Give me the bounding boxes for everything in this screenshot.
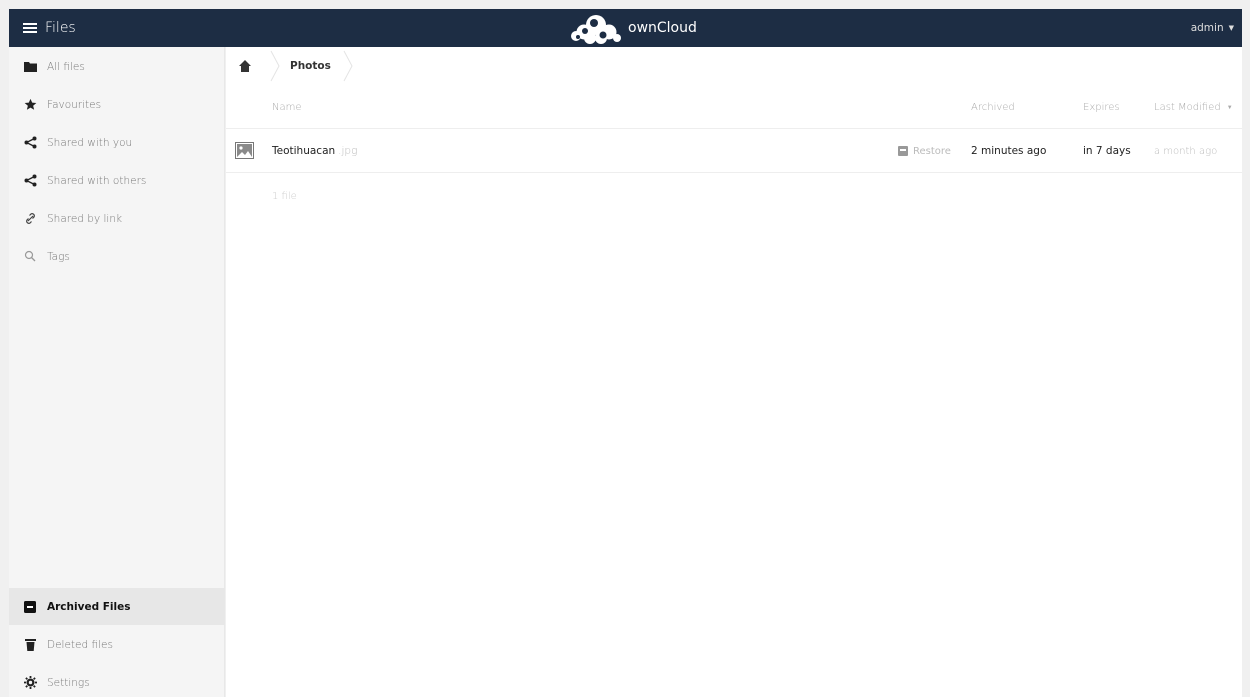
user-menu[interactable]: admin ▼ — [1191, 9, 1234, 47]
brand-name: ownCloud — [628, 20, 697, 36]
file-basename[interactable]: Teotihuacan — [272, 145, 335, 157]
image-file-icon — [235, 142, 254, 159]
hamburger-icon[interactable] — [23, 23, 37, 33]
column-archived[interactable]: Archived — [971, 85, 1015, 129]
user-name[interactable]: admin — [1191, 22, 1224, 34]
breadcrumb-separator — [343, 50, 353, 82]
archive-icon — [23, 600, 37, 614]
sidebar-item-all-files[interactable]: All files — [9, 48, 225, 85]
sidebar-item-label: Shared with you — [47, 136, 133, 149]
file-list-area: Photos Name Archived Expires Last Modifi… — [226, 47, 1242, 697]
sidebar-item-favourites[interactable]: Favourites — [9, 86, 225, 123]
sidebar-item-label: Shared by link — [47, 212, 123, 225]
column-last-modified[interactable]: Last Modified ▼ — [1154, 85, 1233, 129]
trash-icon — [23, 638, 37, 652]
sidebar-item-label: Deleted files — [47, 638, 113, 651]
column-last-modified-label[interactable]: Last Modified — [1154, 102, 1221, 113]
expires-time: in 7 days — [1083, 145, 1131, 157]
gear-icon — [23, 676, 37, 690]
archived-time: 2 minutes ago — [971, 145, 1047, 157]
column-name-label[interactable]: Name — [272, 102, 302, 113]
sidebar-item-label: Archived Files — [47, 600, 131, 613]
caret-down-icon[interactable]: ▼ — [1229, 24, 1234, 32]
restore-label[interactable]: Restore — [913, 146, 951, 157]
column-archived-label[interactable]: Archived — [971, 102, 1015, 113]
column-expires-label[interactable]: Expires — [1083, 102, 1120, 113]
file-name[interactable]: Teotihuacan .jpg — [272, 129, 357, 173]
app-menu-toggle[interactable]: Files — [9, 9, 76, 47]
sidebar-item-shared-with-others[interactable]: Shared with others — [9, 162, 225, 199]
sidebar-item-label: Shared with others — [47, 174, 147, 187]
sidebar-item-label: All files — [47, 60, 85, 73]
sort-caret-down-icon[interactable]: ▼ — [1227, 104, 1233, 111]
folder-icon — [23, 60, 37, 74]
column-expires[interactable]: Expires — [1083, 85, 1120, 129]
sidebar-item-shared-by-link[interactable]: Shared by link — [9, 200, 225, 237]
sidebar-item-label: Tags — [47, 250, 70, 263]
modified-time: a month ago — [1154, 145, 1218, 157]
sidebar-item-deleted-files[interactable]: Deleted files — [9, 626, 225, 663]
brand-logo[interactable]: ownCloud — [567, 10, 697, 46]
column-name[interactable]: Name — [272, 85, 302, 129]
share-icon — [23, 136, 37, 150]
tag-search-icon — [23, 250, 37, 264]
sidebar-item-archived-files[interactable]: Archived Files — [9, 588, 225, 625]
owncloud-logo-icon — [571, 15, 621, 44]
sidebar-item-shared-with-you[interactable]: Shared with you — [9, 124, 225, 161]
sidebar-item-tags[interactable]: Tags — [9, 238, 225, 275]
sidebar-item-label: Favourites — [47, 98, 102, 111]
restore-button[interactable]: Restore — [898, 129, 951, 173]
breadcrumb-current[interactable]: Photos — [290, 60, 331, 72]
breadcrumb: Photos — [226, 47, 363, 85]
table-row[interactable]: Teotihuacan .jpg Restore 2 minutes ago in… — [226, 129, 1242, 173]
star-icon — [23, 98, 37, 112]
restore-icon[interactable] — [898, 146, 908, 156]
table-header: Name Archived Expires Last Modified ▼ — [226, 85, 1242, 129]
file-extension[interactable]: .jpg — [338, 145, 357, 157]
sidebar-item-settings[interactable]: Settings — [9, 664, 225, 697]
share-icon — [23, 174, 37, 188]
sidebar: All files Favourites Shared with you Sha… — [9, 47, 225, 697]
app-title[interactable]: Files — [45, 20, 76, 36]
top-header: Files ownCloud admin ▼ — [9, 9, 1242, 47]
file-count-summary: 1 file — [272, 191, 297, 202]
home-icon[interactable] — [238, 59, 252, 73]
sidebar-item-label: Settings — [47, 676, 90, 689]
link-icon — [23, 212, 37, 226]
breadcrumb-separator — [270, 50, 280, 82]
